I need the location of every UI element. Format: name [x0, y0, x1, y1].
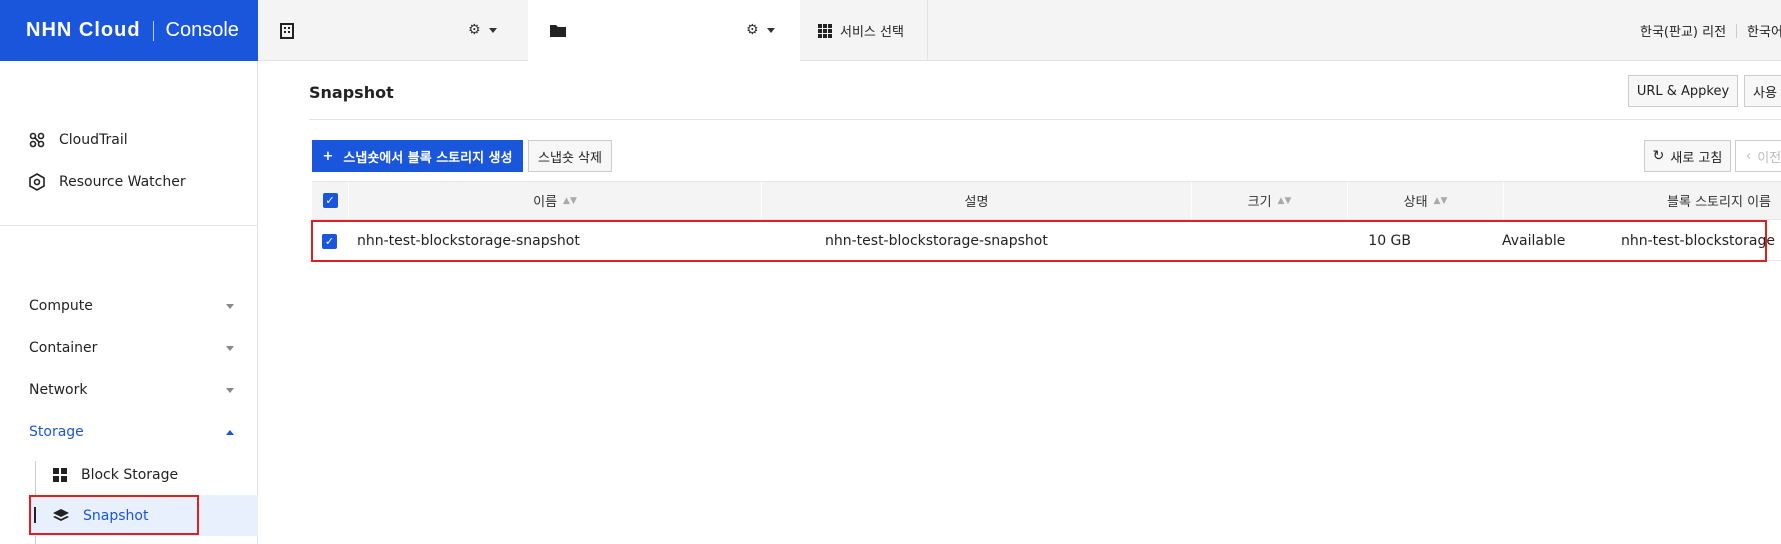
category-label: Network [29, 382, 88, 398]
sidebar-item-label: Resource Watcher [59, 174, 186, 190]
chevron-down-icon [226, 303, 234, 309]
header-label: 상태 [1403, 195, 1428, 210]
refresh-icon: ↻ [1652, 148, 1665, 164]
highlight-box-row [311, 220, 1767, 262]
prev-page-button[interactable]: ‹ 이전 [1735, 140, 1781, 172]
caret-down-icon [766, 27, 775, 33]
table-header: ✓ 이름 ▲▼ 설명 크기 ▲▼ 상태 ▲▼ 블록 스토리지 이름 [312, 181, 1781, 220]
chevron-left-icon: ‹ [1746, 148, 1752, 164]
column-header-block-storage: 블록 스토리지 이름 [1503, 182, 1781, 219]
column-header-name[interactable]: 이름 ▲▼ [348, 182, 761, 219]
gear-icon: ⚙ [746, 22, 759, 38]
chevron-down-icon [226, 387, 234, 393]
console-label: Console [165, 19, 239, 41]
sort-icon: ▲▼ [563, 195, 577, 206]
category-label: Storage [29, 424, 84, 440]
project-selector[interactable]: ⚙ [528, 0, 800, 61]
main-content: Snapshot URL & Appkey 사용 + 스냅숏에서 블록 스토리지… [258, 61, 1781, 544]
header-label: 설명 [964, 195, 989, 210]
sidebar-category-container[interactable]: Container [29, 340, 234, 356]
resource-watcher-icon [29, 173, 45, 191]
sort-icon: ▲▼ [1433, 195, 1448, 206]
language-selector[interactable]: 한국어 [1747, 21, 1781, 40]
logo-divider [152, 20, 154, 41]
column-header-size[interactable]: 크기 ▲▼ [1191, 182, 1347, 219]
create-from-snapshot-button[interactable]: + 스냅숏에서 블록 스토리지 생성 [312, 140, 523, 172]
chevron-down-icon [226, 345, 234, 351]
usage-button[interactable]: 사용 [1744, 75, 1781, 107]
category-label: Container [29, 340, 98, 356]
building-icon [280, 22, 294, 39]
grid-icon [53, 467, 67, 482]
org-settings-button[interactable]: ⚙ [468, 22, 497, 38]
service-select-button[interactable]: 서비스 선택 [800, 0, 928, 61]
region-selector[interactable]: 한국(판교) 리전 [1640, 21, 1726, 40]
project-settings-button[interactable]: ⚙ [746, 22, 775, 38]
sidebar-category-network[interactable]: Network [29, 382, 234, 398]
column-header-status[interactable]: 상태 ▲▼ [1347, 182, 1503, 219]
sidebar: CloudTrail Resource Watcher Compute Cont… [0, 61, 258, 544]
region-language-area: 한국(판교) 리전 한국어 [1640, 0, 1781, 61]
sidebar-item-block-storage[interactable]: Block Storage [29, 454, 258, 495]
chevron-up-icon [226, 429, 234, 435]
gear-icon: ⚙ [468, 22, 481, 38]
divider [1736, 23, 1738, 38]
delete-snapshot-button[interactable]: 스냅숏 삭제 [528, 140, 612, 172]
service-select-label: 서비스 선택 [840, 25, 904, 40]
prev-label: 이전 [1757, 150, 1781, 166]
refresh-label: 새로 고침 [1670, 150, 1723, 166]
sidebar-item-label: CloudTrail [59, 132, 128, 148]
refresh-button[interactable]: ↻ 새로 고침 [1644, 140, 1731, 172]
plus-icon: + [322, 148, 334, 164]
select-all-checkbox[interactable]: ✓ [312, 182, 348, 219]
column-header-description: 설명 [761, 182, 1191, 219]
create-button-label: 스냅숏에서 블록 스토리지 생성 [343, 150, 513, 166]
sidebar-item-label: Block Storage [81, 466, 179, 483]
sidebar-category-storage[interactable]: Storage [29, 424, 234, 440]
sort-icon: ▲▼ [1277, 195, 1292, 206]
sidebar-item-resource-watcher[interactable]: Resource Watcher [29, 173, 186, 191]
sidebar-category-compute[interactable]: Compute [29, 298, 234, 314]
apps-grid-icon [818, 23, 832, 38]
title-divider [309, 119, 1781, 120]
header-label: 크기 [1247, 195, 1272, 210]
cloudtrail-icon [29, 132, 45, 148]
check-icon: ✓ [322, 193, 338, 208]
organization-selector[interactable]: ⚙ [258, 0, 528, 61]
category-label: Compute [29, 298, 93, 314]
highlight-box-sidebar [29, 495, 199, 535]
logo-text: NHN Cloud [26, 19, 141, 41]
caret-down-icon [488, 27, 497, 33]
folder-icon [550, 25, 566, 37]
sidebar-divider [0, 225, 258, 226]
header-label: 이름 [533, 195, 558, 210]
header-label: 블록 스토리지 이름 [1667, 195, 1771, 210]
page-title: Snapshot [309, 83, 394, 102]
sidebar-item-cloudtrail[interactable]: CloudTrail [29, 132, 128, 148]
top-bar: NHN Cloud Console ⚙ ⚙ 서비스 선택 한국(판교) 리전 한… [0, 0, 1781, 61]
nhn-cloud-logo[interactable]: NHN Cloud Console [0, 0, 258, 61]
url-appkey-button[interactable]: URL & Appkey [1628, 75, 1738, 107]
